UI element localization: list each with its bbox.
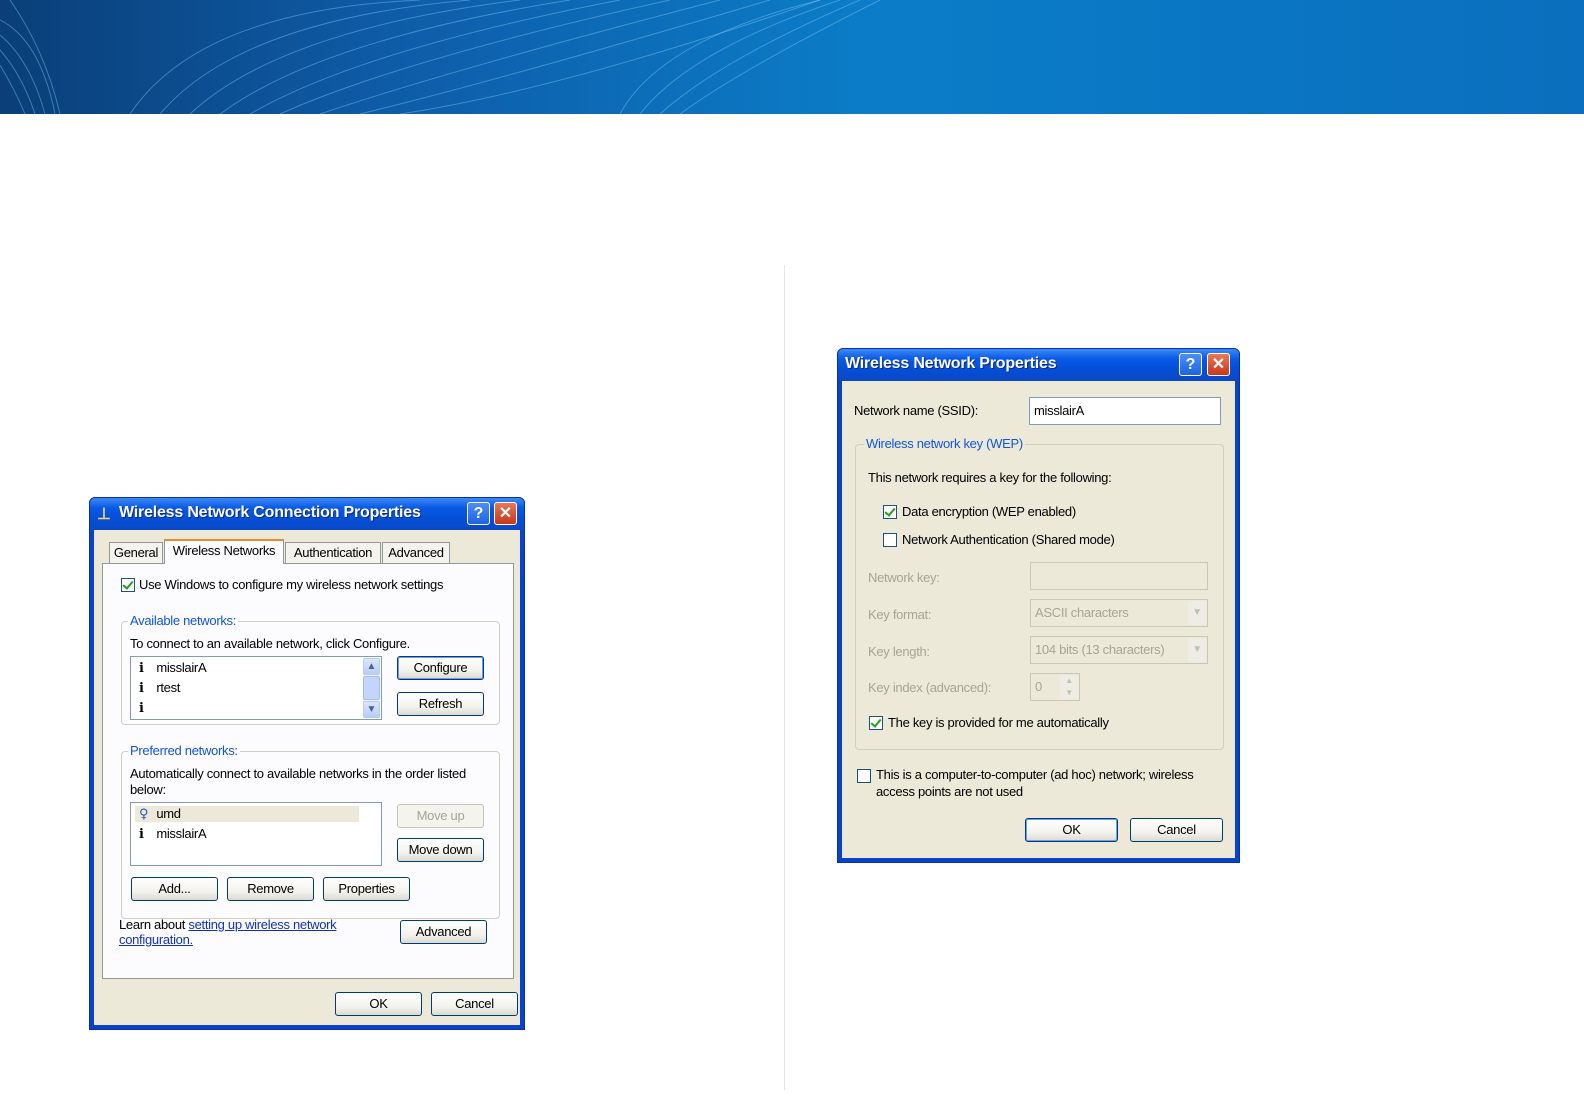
adhoc-checkbox[interactable]	[857, 769, 871, 783]
cancel-button[interactable]: Cancel	[431, 992, 518, 1016]
preferred-networks-group: Preferred networks: Automatically connec…	[121, 743, 500, 919]
cancel-button[interactable]: Cancel	[1130, 818, 1223, 842]
preferred-networks-legend: Preferred networks:	[128, 743, 240, 758]
list-item[interactable]: i	[139, 700, 153, 716]
list-item[interactable]: i misslairA	[139, 826, 207, 842]
move-down-button[interactable]: Move down	[397, 838, 484, 862]
data-encryption-checkbox[interactable]	[883, 505, 897, 519]
wep-key-group: Wireless network key (WEP) This network …	[855, 436, 1224, 750]
use-windows-label: Use Windows to configure my wireless net…	[139, 577, 444, 592]
data-encryption-label: Data encryption (WEP enabled)	[902, 504, 1076, 519]
close-icon[interactable]: ✕	[1207, 353, 1230, 376]
refresh-button[interactable]: Refresh	[397, 692, 484, 716]
properties-button[interactable]: Properties	[323, 877, 410, 901]
header-banner	[0, 0, 1584, 114]
available-networks-legend: Available networks:	[128, 613, 239, 628]
key-index-label: Key index (advanced):	[868, 680, 992, 695]
dialog-body: General Wireless Networks Authentication…	[94, 530, 520, 1025]
help-button[interactable]: ?	[467, 502, 490, 525]
ssid-input[interactable]: misslairA	[1029, 397, 1221, 425]
move-up-button[interactable]: Move up	[397, 804, 484, 828]
wep-key-legend: Wireless network key (WEP)	[864, 436, 1025, 451]
remove-button[interactable]: Remove	[227, 877, 314, 901]
ok-button[interactable]: OK	[1025, 818, 1118, 842]
learn-more-link[interactable]: setting up wireless network	[188, 917, 336, 932]
list-item[interactable]: ♀ umd	[135, 806, 359, 822]
network-pin-icon: ♀	[139, 807, 149, 822]
network-info-icon: i	[139, 681, 144, 696]
banner-wave-graphic	[0, 0, 881, 114]
title-bar[interactable]: Wireless Network Properties ? ✕	[838, 349, 1239, 381]
network-key-input[interactable]	[1030, 562, 1208, 590]
auto-key-checkbox[interactable]	[869, 716, 883, 730]
dialog-title: Wireless Network Properties	[845, 355, 1057, 372]
column-divider	[784, 265, 785, 1090]
configure-button[interactable]: Configure	[397, 656, 484, 680]
requires-key-text: This network requires a key for the foll…	[868, 470, 1112, 485]
help-button[interactable]: ?	[1179, 353, 1202, 376]
add-button[interactable]: Add...	[131, 877, 218, 901]
wireless-connection-properties-dialog: ⊥ Wireless Network Connection Properties…	[89, 497, 525, 1030]
preferred-instruction-line2: below:	[130, 782, 166, 797]
preferred-instruction-line1: Automatically connect to available netwo…	[130, 766, 466, 781]
tab-general[interactable]: General	[109, 542, 163, 564]
network-auth-label: Network Authentication (Shared mode)	[902, 532, 1115, 547]
title-bar[interactable]: ⊥ Wireless Network Connection Properties…	[90, 498, 524, 530]
learn-more-link-line2[interactable]: configuration.	[119, 932, 193, 947]
use-windows-checkbox[interactable]	[121, 578, 135, 592]
available-instruction: To connect to an available network, clic…	[130, 636, 410, 651]
network-info-icon: i	[139, 701, 144, 716]
scroll-down-icon[interactable]: ▼	[363, 701, 380, 718]
learn-about-text: Learn about setting up wireless network	[119, 917, 337, 932]
chevron-down-icon[interactable]: ▼	[1188, 601, 1206, 625]
dialog-body: Network name (SSID): misslairA Wireless …	[842, 381, 1235, 858]
key-index-stepper[interactable]: 0 ▲ ▼	[1030, 673, 1080, 701]
tab-wireless-networks[interactable]: Wireless Networks	[164, 539, 284, 564]
chevron-down-icon[interactable]: ▼	[1188, 638, 1206, 662]
key-format-select[interactable]: ASCII characters ▼	[1030, 599, 1208, 627]
network-info-icon: i	[139, 827, 144, 842]
network-key-label: Network key:	[868, 570, 940, 585]
preferred-networks-list[interactable]: ♀ umd i misslairA	[130, 802, 382, 866]
ssid-label: Network name (SSID):	[854, 403, 979, 418]
tab-advanced[interactable]: Advanced	[382, 542, 450, 564]
tab-authentication[interactable]: Authentication	[285, 542, 381, 564]
auto-key-label: The key is provided for me automatically	[888, 715, 1109, 730]
scroll-thumb[interactable]	[363, 676, 380, 700]
network-auth-checkbox[interactable]	[883, 533, 897, 547]
wireless-network-properties-dialog: Wireless Network Properties ? ✕ Network …	[837, 348, 1240, 863]
adhoc-label-line2: access points are not used	[876, 784, 1023, 799]
available-networks-list[interactable]: i misslairA i rtest i ▲ ▼	[130, 656, 382, 720]
list-item[interactable]: i rtest	[139, 680, 180, 696]
wireless-networks-panel: Use Windows to configure my wireless net…	[102, 563, 514, 979]
close-icon[interactable]: ✕	[494, 502, 517, 525]
scroll-up-icon[interactable]: ▲	[363, 658, 380, 675]
key-format-label: Key format:	[868, 607, 932, 622]
available-networks-group: Available networks: To connect to an ava…	[121, 613, 500, 725]
dialog-title: Wireless Network Connection Properties	[119, 504, 421, 521]
network-connection-icon: ⊥	[97, 506, 111, 523]
adhoc-label-line1: This is a computer-to-computer (ad hoc) …	[876, 767, 1194, 782]
key-length-select[interactable]: 104 bits (13 characters) ▼	[1030, 636, 1208, 664]
ok-button[interactable]: OK	[335, 992, 422, 1016]
key-length-label: Key length:	[868, 644, 930, 659]
list-scrollbar[interactable]: ▲ ▼	[363, 658, 380, 718]
advanced-button[interactable]: Advanced	[400, 920, 487, 944]
list-item[interactable]: i misslairA	[139, 660, 207, 676]
stepper-arrows-icon[interactable]: ▲ ▼	[1060, 675, 1078, 699]
network-info-icon: i	[139, 661, 144, 676]
